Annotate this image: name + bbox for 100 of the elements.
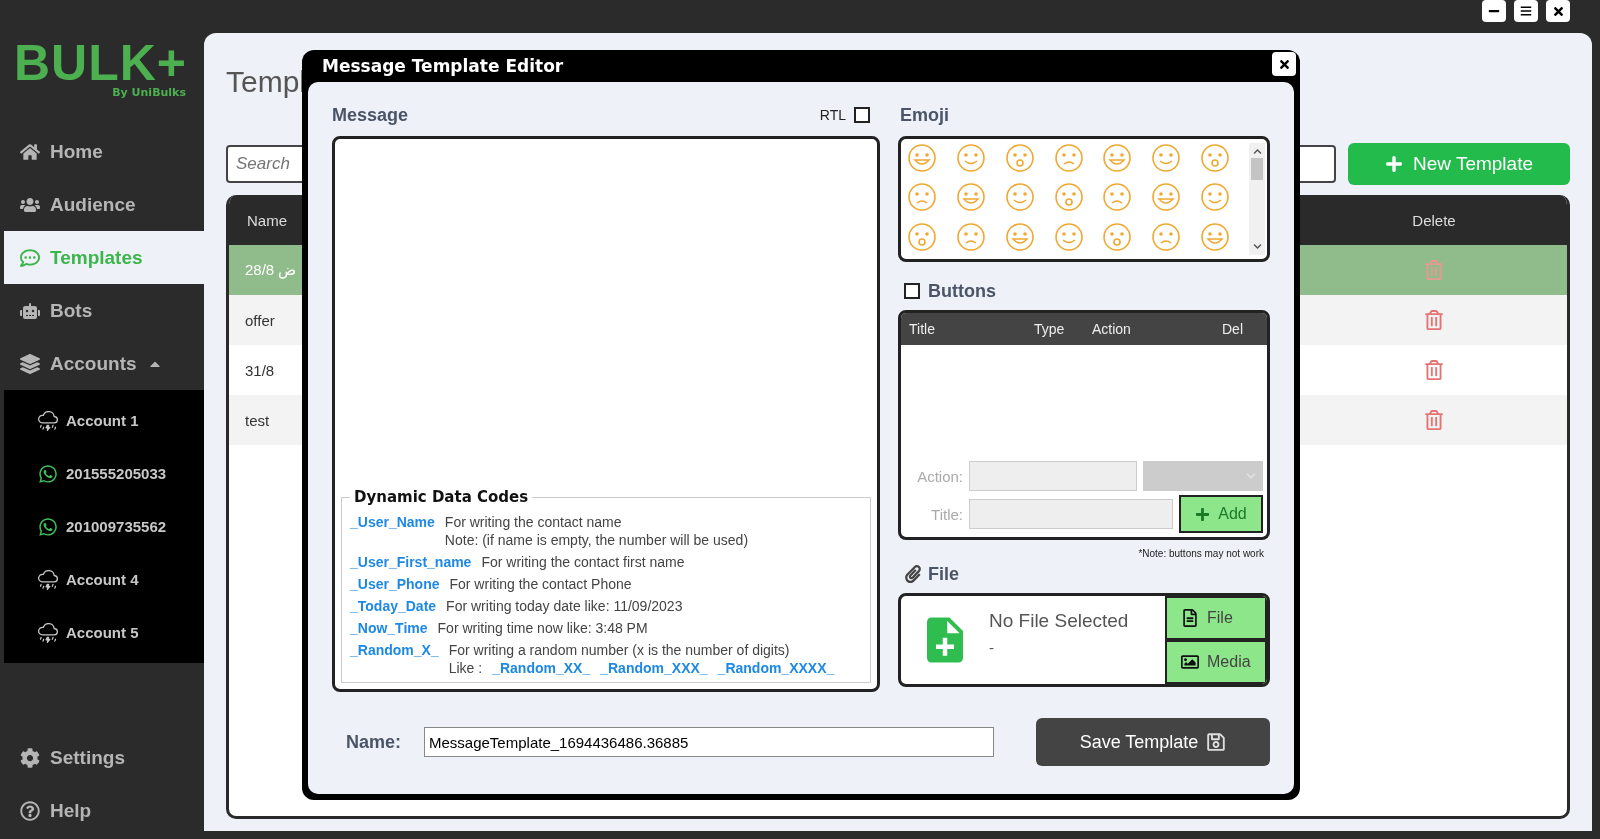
file-status: No File Selected — [989, 610, 1130, 632]
trash-icon[interactable] — [1424, 310, 1444, 330]
nav-icon — [20, 141, 40, 162]
code-name: _User_Name — [350, 514, 435, 532]
code-name: _User_Phone — [350, 576, 440, 592]
nav-icon — [20, 247, 40, 268]
maximize-button[interactable] — [1514, 0, 1538, 22]
chevron-up-icon[interactable] — [1252, 147, 1262, 156]
code-description: For writing the contact Phone — [449, 576, 632, 592]
smiley-emoji-icon[interactable] — [1151, 182, 1182, 213]
table-cell-text: 31/8 — [244, 361, 276, 379]
account-item[interactable]: 201555205033 — [4, 447, 204, 500]
code-description: For writing a random number (x is the number of digits) — [448, 642, 791, 658]
minimize-button[interactable] — [1482, 0, 1506, 22]
sidebar-item[interactable]: Settings — [0, 731, 204, 784]
close-icon — [1551, 4, 1565, 18]
chevron-down-icon[interactable] — [1252, 242, 1262, 251]
smiley-emoji-icon[interactable] — [955, 143, 986, 173]
column-header: Type — [1034, 321, 1066, 337]
smiley-emoji-icon[interactable] — [955, 221, 986, 252]
cloud-lightning-icon — [38, 569, 58, 590]
sidebar-item[interactable]: Bots — [0, 284, 204, 337]
table-cell-text: offer — [244, 311, 276, 329]
section-label: Buttons — [928, 280, 996, 302]
plus-icon — [1384, 155, 1403, 173]
file-button[interactable]: File — [1165, 596, 1267, 640]
smiley-emoji-icon[interactable] — [1004, 221, 1035, 252]
smiley-emoji-icon[interactable] — [1151, 143, 1182, 173]
smiley-emoji-icon[interactable] — [955, 182, 986, 213]
paperclip-icon — [904, 565, 922, 583]
smiley-emoji-icon[interactable] — [1200, 221, 1231, 252]
name-label: Name: — [346, 731, 403, 753]
field-label: Action: — [916, 467, 963, 485]
smiley-emoji-icon[interactable] — [1151, 221, 1182, 252]
smiley-emoji-icon[interactable] — [1102, 221, 1133, 252]
smiley-emoji-icon[interactable] — [1053, 221, 1084, 252]
account-item[interactable]: Account 1 — [4, 394, 204, 447]
name-field[interactable]: MessageTemplate_1694436486.36885 — [424, 727, 994, 757]
sidebar-item[interactable]: Accounts — [0, 337, 204, 390]
section-label: Message — [332, 104, 409, 126]
settings-icon — [20, 747, 40, 768]
table-cell-text: 28/8 ض — [244, 261, 298, 279]
code-example: _Random_XXX_ — [600, 660, 708, 676]
code-name: _Today_Date — [350, 598, 437, 614]
smiley-emoji-icon[interactable] — [1004, 182, 1035, 213]
section-label: File — [928, 563, 959, 585]
trash-icon[interactable] — [1424, 360, 1444, 380]
whatsapp-icon — [38, 516, 58, 537]
save-template-button[interactable]: Save Template — [1036, 718, 1270, 766]
codes-title: Dynamic Data Codes — [353, 488, 530, 506]
cloud-lightning-icon — [38, 410, 58, 431]
smiley-emoji-icon[interactable] — [907, 221, 937, 252]
code-description: For writing time now like: 3:48 PM — [437, 620, 648, 636]
column-header: Name — [246, 211, 287, 229]
table-cell-text: test — [244, 411, 271, 429]
account-item[interactable]: Account 5 — [4, 606, 204, 659]
media-button[interactable]: Media — [1165, 640, 1267, 684]
code-description: For writing the contact name — [444, 514, 623, 530]
close-button[interactable] — [1272, 52, 1296, 76]
smiley-emoji-icon[interactable] — [907, 143, 937, 173]
close-button[interactable] — [1546, 0, 1570, 22]
file-detail: - — [989, 640, 995, 656]
scroll-thumb[interactable] — [1251, 158, 1263, 180]
code-example: _Random_XXXX_ — [717, 660, 835, 676]
account-item[interactable]: Account 4 — [4, 553, 204, 606]
buttons-note: *Note: buttons may not work — [1138, 548, 1264, 559]
dialog-title: Message Template Editor — [322, 56, 564, 76]
smiley-emoji-icon[interactable] — [1004, 143, 1035, 173]
help-icon — [20, 800, 40, 821]
sidebar-item[interactable]: Home — [0, 125, 204, 178]
code-note: Note: (if name is empty, the number will be used) — [444, 532, 749, 548]
smiley-emoji-icon[interactable] — [1053, 143, 1084, 173]
cloud-lightning-icon — [38, 622, 58, 643]
plus-icon — [1195, 506, 1211, 522]
add-button[interactable]: Add — [1179, 495, 1263, 533]
nav-icon — [20, 300, 40, 321]
trash-icon[interactable] — [1424, 410, 1444, 430]
logo-byline: By UniBulks — [112, 86, 186, 99]
section-label: Emoji — [899, 104, 949, 126]
column-header: Del — [1222, 321, 1244, 337]
sidebar-item[interactable]: Help — [0, 784, 204, 837]
code-name: _Now_Time — [350, 620, 428, 636]
smiley-emoji-icon[interactable] — [1053, 182, 1084, 213]
account-item[interactable]: 201009735562 — [4, 500, 204, 553]
field-label: Title: — [930, 505, 963, 523]
code-description: For writing the contact first name — [481, 554, 685, 570]
close-icon — [1277, 57, 1291, 71]
scrollbar[interactable] — [1249, 143, 1265, 255]
rtl-checkbox[interactable] — [854, 107, 870, 123]
nav-icon — [20, 353, 40, 374]
smiley-emoji-icon[interactable] — [907, 182, 937, 213]
smiley-emoji-icon[interactable] — [1102, 182, 1133, 213]
menu-icon — [1520, 5, 1532, 17]
logo-wordmark: BULK+ — [14, 40, 188, 86]
smiley-emoji-icon[interactable] — [1200, 143, 1231, 173]
like-label: Like : — [448, 660, 483, 676]
smiley-emoji-icon[interactable] — [1200, 182, 1231, 213]
sidebar-item[interactable]: Audience — [0, 178, 204, 231]
buttons-checkbox[interactable] — [904, 283, 920, 299]
smiley-emoji-icon[interactable] — [1102, 143, 1133, 173]
